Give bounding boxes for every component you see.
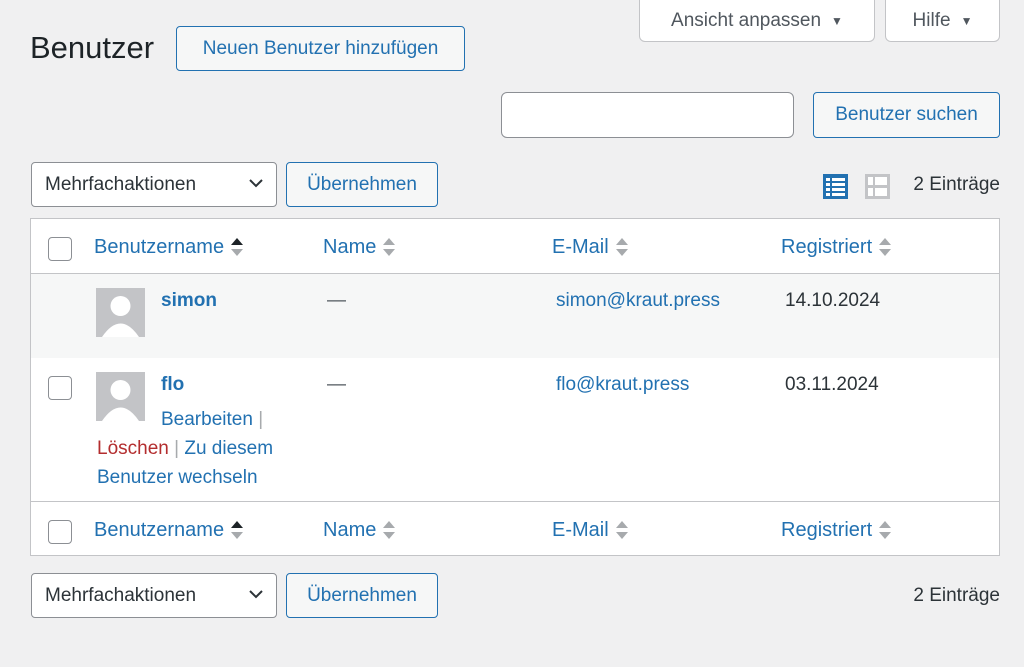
search-input[interactable] bbox=[501, 92, 794, 138]
column-registered-label: Registriert bbox=[781, 235, 873, 258]
row-actions: Bearbeiten | Löschen | Zu diesem Benutze… bbox=[97, 405, 297, 492]
column-name[interactable]: Name bbox=[323, 235, 396, 259]
switch-user-link[interactable]: Zu diesem bbox=[184, 438, 273, 459]
bulk-actions-select[interactable]: Mehrfachaktionen bbox=[31, 162, 277, 207]
column-email[interactable]: E-Mail bbox=[552, 235, 629, 259]
column-username[interactable]: Benutzername bbox=[94, 518, 244, 542]
select-all-checkbox[interactable] bbox=[48, 520, 72, 544]
column-registered[interactable]: Registriert bbox=[781, 518, 892, 542]
search-users-button[interactable]: Benutzer suchen bbox=[813, 92, 1000, 138]
page-title: Benutzer bbox=[30, 30, 155, 65]
username-link[interactable]: simon bbox=[161, 290, 217, 312]
column-registered-label: Registriert bbox=[781, 518, 873, 541]
apply-button[interactable]: Übernehmen bbox=[286, 573, 438, 618]
username-link[interactable]: flo bbox=[161, 374, 184, 396]
table-row: simon — simon@kraut.press 14.10.2024 bbox=[31, 274, 999, 358]
column-username-label: Benutzername bbox=[94, 235, 225, 258]
column-name-label: Name bbox=[323, 235, 377, 258]
user-display-name: — bbox=[327, 374, 346, 395]
column-name-label: Name bbox=[323, 518, 377, 541]
action-separator: | bbox=[258, 409, 264, 430]
sort-asc-icon bbox=[231, 238, 244, 256]
items-count: 2 Einträge bbox=[913, 174, 1000, 195]
column-email-label: E-Mail bbox=[552, 518, 609, 541]
table-footer: Benutzername Name E-Mail Registriert bbox=[31, 501, 999, 556]
sort-icon bbox=[383, 521, 396, 539]
column-username-label: Benutzername bbox=[94, 518, 225, 541]
table-row: flo — flo@kraut.press 03.11.2024 Bearbei… bbox=[31, 358, 999, 501]
help-label: Hilfe bbox=[912, 9, 951, 31]
column-email[interactable]: E-Mail bbox=[552, 518, 629, 542]
avatar-icon bbox=[96, 288, 145, 337]
column-name[interactable]: Name bbox=[323, 518, 396, 542]
table-header: Benutzername Name E-Mail Registriert bbox=[31, 219, 999, 274]
chevron-down-icon bbox=[249, 590, 263, 599]
chevron-down-icon bbox=[249, 179, 263, 188]
switch-user-link-cont[interactable]: Benutzer wechseln bbox=[97, 467, 258, 488]
sort-icon bbox=[383, 238, 396, 256]
caret-down-icon: ▼ bbox=[831, 13, 843, 28]
screen-options-button[interactable]: Ansicht anpassen ▼ bbox=[639, 0, 875, 42]
column-username[interactable]: Benutzername bbox=[94, 235, 244, 259]
sort-icon bbox=[879, 238, 892, 256]
delete-user-link[interactable]: Löschen bbox=[97, 438, 169, 459]
column-registered[interactable]: Registriert bbox=[781, 235, 892, 259]
select-all-checkbox[interactable] bbox=[48, 237, 72, 261]
action-separator: | bbox=[174, 438, 180, 459]
sort-icon bbox=[615, 238, 628, 256]
user-registered-date: 14.10.2024 bbox=[785, 290, 881, 311]
row-checkbox[interactable] bbox=[48, 376, 72, 400]
users-table: Benutzername Name E-Mail Registriert sim… bbox=[30, 218, 1000, 556]
user-display-name: — bbox=[327, 290, 346, 311]
user-email-link[interactable]: flo@kraut.press bbox=[556, 374, 689, 396]
list-view-icon[interactable] bbox=[822, 173, 849, 200]
bulk-actions-select[interactable]: Mehrfachaktionen bbox=[31, 573, 277, 618]
apply-button[interactable]: Übernehmen bbox=[286, 162, 438, 207]
add-new-user-button[interactable]: Neuen Benutzer hinzufügen bbox=[176, 26, 465, 71]
column-email-label: E-Mail bbox=[552, 235, 609, 258]
user-registered-date: 03.11.2024 bbox=[785, 374, 879, 395]
excerpt-view-icon[interactable] bbox=[864, 173, 891, 200]
user-email-link[interactable]: simon@kraut.press bbox=[556, 290, 720, 312]
screen-options-label: Ansicht anpassen bbox=[671, 9, 822, 31]
items-count: 2 Einträge bbox=[913, 585, 1000, 606]
edit-user-link[interactable]: Bearbeiten bbox=[97, 409, 253, 430]
sort-asc-icon bbox=[231, 521, 244, 539]
bulk-actions-value: Mehrfachaktionen bbox=[45, 584, 197, 606]
sort-icon bbox=[615, 521, 628, 539]
bulk-actions-value: Mehrfachaktionen bbox=[45, 173, 197, 195]
sort-icon bbox=[879, 521, 892, 539]
caret-down-icon: ▼ bbox=[960, 13, 973, 28]
help-button[interactable]: Hilfe ▼ bbox=[885, 0, 1000, 42]
